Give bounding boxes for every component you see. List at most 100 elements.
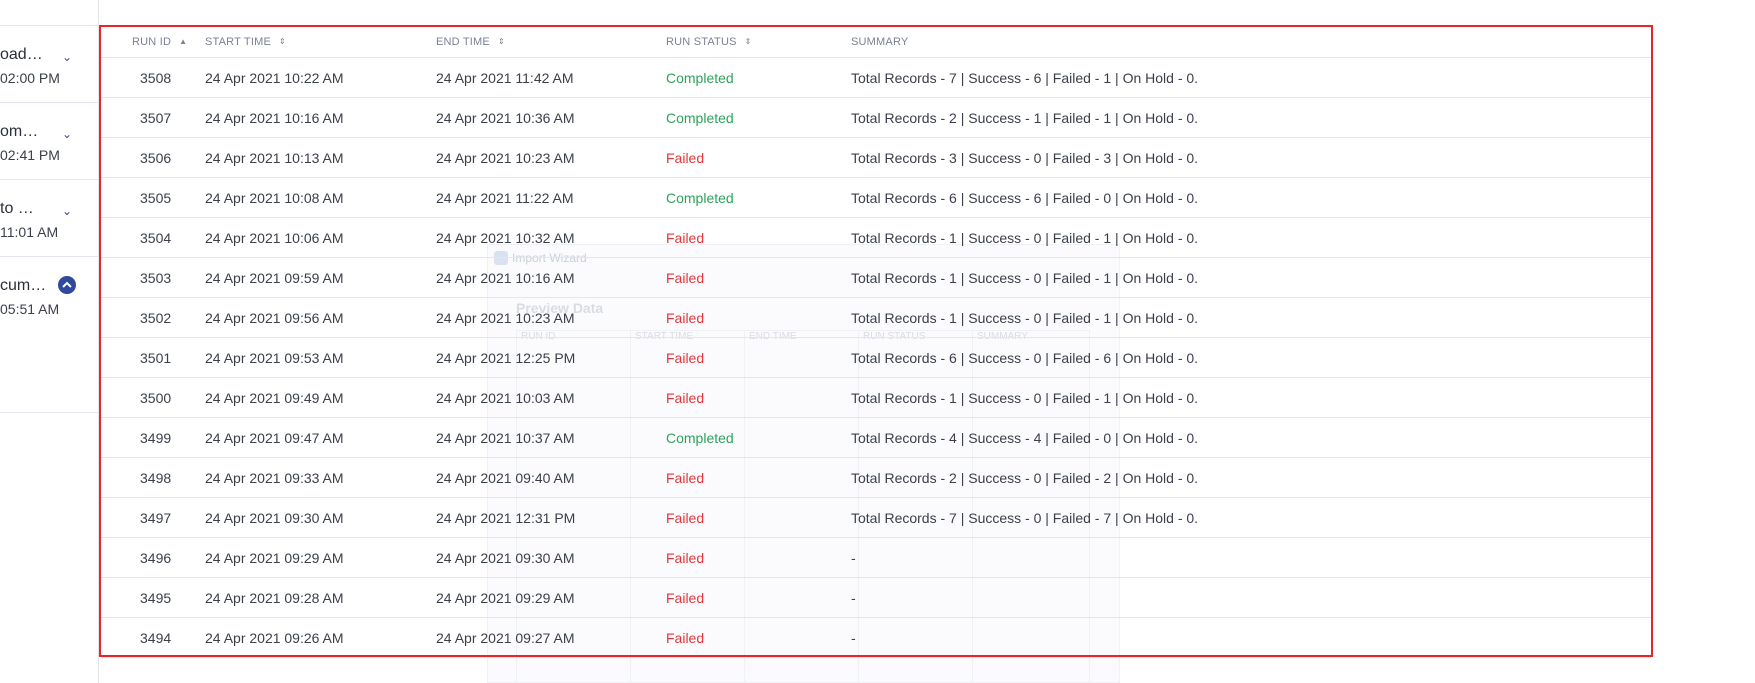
cell-run-status: Failed xyxy=(666,630,705,646)
screen: oad… 02:00 PM ⌄ om… 02:41 PM ⌄ to … 11:0… xyxy=(0,0,1755,683)
cell-run-id: 3495 xyxy=(140,590,172,606)
sidebar-item-title: oad… xyxy=(0,46,43,63)
header-start-time[interactable]: START TIME ⇕ xyxy=(205,36,286,48)
cell-run-id: 3496 xyxy=(140,550,172,566)
header-run-id[interactable]: RUN ID ▲ xyxy=(132,36,187,48)
cell-run-status: Failed xyxy=(666,150,705,166)
table-row[interactable]: 3496 24 Apr 2021 09:29 AM 24 Apr 2021 09:3… xyxy=(101,538,1651,578)
header-summary: SUMMARY xyxy=(851,36,909,48)
sidebar-item-3[interactable]: to … 11:01 AM ⌄ xyxy=(0,180,98,257)
cell-run-status: Completed xyxy=(666,110,734,126)
table-row[interactable]: 3505 24 Apr 2021 10:08 AM 24 Apr 2021 11:2… xyxy=(101,178,1651,218)
cell-end-time: 24 Apr 2021 10:16 AM xyxy=(436,270,575,286)
sidebar-item-time: 02:41 PM xyxy=(0,147,60,163)
cell-start-time: 24 Apr 2021 09:49 AM xyxy=(205,390,344,406)
cell-run-id: 3503 xyxy=(140,270,172,286)
cell-summary: Total Records - 1 | Success - 0 | Failed… xyxy=(851,230,1199,246)
chevron-up-icon[interactable] xyxy=(58,276,76,294)
table-row[interactable]: 3508 24 Apr 2021 10:22 AM 24 Apr 2021 11:4… xyxy=(101,58,1651,98)
sidebar-item-4-active[interactable]: cum… 05:51 AM xyxy=(0,257,98,413)
cell-summary: Total Records - 6 | Success - 0 | Failed… xyxy=(851,350,1199,366)
cell-run-id: 3498 xyxy=(140,470,172,486)
cell-run-id: 3502 xyxy=(140,310,172,326)
cell-run-status: Failed xyxy=(666,550,705,566)
cell-end-time: 24 Apr 2021 09:29 AM xyxy=(436,590,575,606)
table-row[interactable]: 3502 24 Apr 2021 09:56 AM 24 Apr 2021 10:2… xyxy=(101,298,1651,338)
cell-run-id: 3497 xyxy=(140,510,172,526)
sidebar-item-2[interactable]: om… 02:41 PM ⌄ xyxy=(0,103,98,180)
cell-start-time: 24 Apr 2021 10:06 AM xyxy=(205,230,344,246)
cell-run-status: Failed xyxy=(666,270,705,286)
cell-run-id: 3500 xyxy=(140,390,172,406)
cell-end-time: 24 Apr 2021 10:23 AM xyxy=(436,150,575,166)
sort-icon[interactable]: ▲ xyxy=(179,37,187,46)
cell-end-time: 24 Apr 2021 09:27 AM xyxy=(436,630,575,646)
sidebar: oad… 02:00 PM ⌄ om… 02:41 PM ⌄ to … 11:0… xyxy=(0,0,99,683)
table-row[interactable]: 3506 24 Apr 2021 10:13 AM 24 Apr 2021 10:2… xyxy=(101,138,1651,178)
table-row[interactable]: 3499 24 Apr 2021 09:47 AM 24 Apr 2021 10:3… xyxy=(101,418,1651,458)
cell-run-id: 3504 xyxy=(140,230,172,246)
cell-run-id: 3501 xyxy=(140,350,172,366)
sidebar-item-title: to … xyxy=(0,200,34,217)
cell-end-time: 24 Apr 2021 11:22 AM xyxy=(436,190,574,206)
cell-end-time: 24 Apr 2021 09:40 AM xyxy=(436,470,575,486)
chevron-down-icon[interactable]: ⌄ xyxy=(60,127,74,141)
cell-start-time: 24 Apr 2021 10:22 AM xyxy=(205,70,344,86)
cell-start-time: 24 Apr 2021 10:08 AM xyxy=(205,190,344,206)
chevron-down-icon[interactable]: ⌄ xyxy=(60,204,74,218)
sidebar-item-1[interactable]: oad… 02:00 PM ⌄ xyxy=(0,26,98,103)
table-row[interactable]: 3497 24 Apr 2021 09:30 AM 24 Apr 2021 12:3… xyxy=(101,498,1651,538)
cell-run-status: Completed xyxy=(666,70,734,86)
sort-icon[interactable]: ⇕ xyxy=(498,37,505,46)
cell-run-status: Failed xyxy=(666,590,705,606)
table-row[interactable]: 3501 24 Apr 2021 09:53 AM 24 Apr 2021 12:2… xyxy=(101,338,1651,378)
header-run-id-label: RUN ID xyxy=(132,36,172,48)
header-end-time[interactable]: END TIME ⇕ xyxy=(436,36,505,48)
cell-start-time: 24 Apr 2021 09:59 AM xyxy=(205,270,344,286)
sidebar-item-time: 02:00 PM xyxy=(0,70,60,86)
cell-run-status: Completed xyxy=(666,430,734,446)
header-start-time-label: START TIME xyxy=(205,36,271,48)
cell-start-time: 24 Apr 2021 09:30 AM xyxy=(205,510,344,526)
header-run-status[interactable]: RUN STATUS ⇕ xyxy=(666,36,752,48)
chevron-down-icon[interactable]: ⌄ xyxy=(60,50,74,64)
cell-summary: - xyxy=(851,630,856,646)
cell-summary: - xyxy=(851,550,856,566)
table-row[interactable]: 3504 24 Apr 2021 10:06 AM 24 Apr 2021 10:3… xyxy=(101,218,1651,258)
cell-run-status: Completed xyxy=(666,190,734,206)
cell-run-id: 3508 xyxy=(140,70,172,86)
table-row[interactable]: 3495 24 Apr 2021 09:28 AM 24 Apr 2021 09:2… xyxy=(101,578,1651,618)
table-row[interactable]: 3503 24 Apr 2021 09:59 AM 24 Apr 2021 10:1… xyxy=(101,258,1651,298)
cell-end-time: 24 Apr 2021 12:31 PM xyxy=(436,510,576,526)
cell-summary: Total Records - 4 | Success - 4 | Failed… xyxy=(851,430,1199,446)
run-history-table: RUN ID ▲ START TIME ⇕ END TIME ⇕ RUN STATUS… xyxy=(99,25,1653,658)
table-row[interactable]: 3498 24 Apr 2021 09:33 AM 24 Apr 2021 09:4… xyxy=(101,458,1651,498)
table-row[interactable]: 3500 24 Apr 2021 09:49 AM 24 Apr 2021 10:0… xyxy=(101,378,1651,418)
sort-icon[interactable]: ⇕ xyxy=(279,37,286,46)
cell-start-time: 24 Apr 2021 09:53 AM xyxy=(205,350,344,366)
table-header-row: RUN ID ▲ START TIME ⇕ END TIME ⇕ RUN STATUS… xyxy=(101,27,1651,58)
sort-icon[interactable]: ⇕ xyxy=(745,37,752,46)
cell-run-status: Failed xyxy=(666,310,705,326)
cell-end-time: 24 Apr 2021 10:23 AM xyxy=(436,310,575,326)
cell-summary: Total Records - 1 | Success - 0 | Failed… xyxy=(851,390,1199,406)
cell-start-time: 24 Apr 2021 10:16 AM xyxy=(205,110,344,126)
cell-summary: Total Records - 1 | Success - 0 | Failed… xyxy=(851,310,1199,326)
cell-run-id: 3494 xyxy=(140,630,172,646)
sidebar-item-time: 11:01 AM xyxy=(0,224,59,240)
cell-run-id: 3499 xyxy=(140,430,172,446)
cell-end-time: 24 Apr 2021 09:30 AM xyxy=(436,550,575,566)
cell-end-time: 24 Apr 2021 12:25 PM xyxy=(436,350,576,366)
cell-run-status: Failed xyxy=(666,470,705,486)
cell-summary: Total Records - 7 | Success - 0 | Failed… xyxy=(851,510,1199,526)
sidebar-top-spacer xyxy=(0,0,98,26)
sidebar-item-title: cum… xyxy=(0,277,47,294)
cell-run-id: 3507 xyxy=(140,110,172,126)
cell-end-time: 24 Apr 2021 11:42 AM xyxy=(436,70,574,86)
cell-start-time: 24 Apr 2021 09:47 AM xyxy=(205,430,344,446)
sidebar-item-time: 05:51 AM xyxy=(0,301,60,317)
cell-start-time: 24 Apr 2021 09:29 AM xyxy=(205,550,344,566)
table-row[interactable]: 3507 24 Apr 2021 10:16 AM 24 Apr 2021 10:3… xyxy=(101,98,1651,138)
table-row[interactable]: 3494 24 Apr 2021 09:26 AM 24 Apr 2021 09:2… xyxy=(101,618,1651,658)
cell-start-time: 24 Apr 2021 10:13 AM xyxy=(205,150,344,166)
